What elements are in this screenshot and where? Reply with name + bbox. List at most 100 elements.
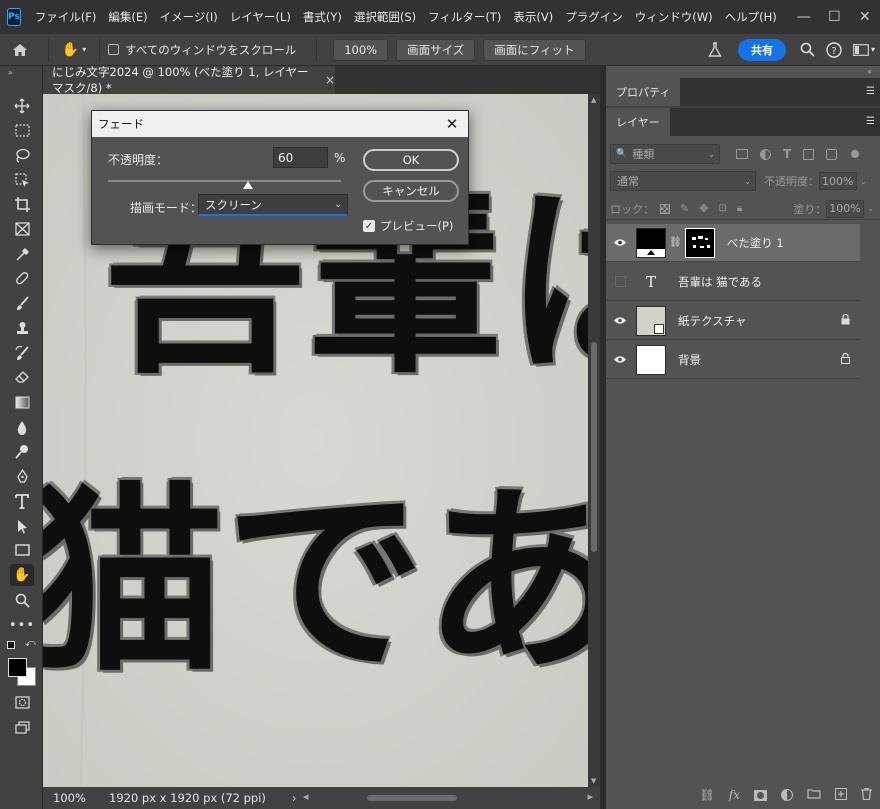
help-icon[interactable]: ? [820, 41, 848, 58]
menu-type[interactable]: 書式(Y) [303, 9, 342, 25]
fit-screen-button[interactable]: 画面サイズ [396, 38, 476, 61]
hscroll-thumb[interactable] [367, 795, 457, 801]
layer-row-solid-fill[interactable]: ⛓ べた塗り 1 [606, 224, 860, 262]
marquee-tool-icon[interactable] [10, 119, 34, 141]
collapse-icon[interactable]: » [8, 68, 13, 77]
close-icon[interactable]: ✕ [442, 114, 462, 134]
history-brush-icon[interactable] [10, 342, 34, 364]
default-colors-icon[interactable] [7, 641, 15, 649]
zoom-tool-icon[interactable] [10, 589, 34, 611]
ok-button[interactable]: OK [363, 149, 459, 171]
trash-icon[interactable] [861, 787, 872, 803]
flask-icon[interactable] [700, 41, 730, 58]
stamp-tool-icon[interactable] [10, 317, 34, 339]
mask-icon[interactable] [754, 789, 767, 801]
move-tool-icon[interactable] [10, 95, 34, 117]
hand-tool-icon[interactable]: ✋ [10, 564, 34, 586]
lock-all-icon[interactable]: 🔒︎ [737, 203, 742, 214]
blend-mode-dropdown[interactable]: スクリーン ⌄ [198, 194, 348, 216]
rectangle-tool-icon[interactable] [10, 539, 34, 561]
menu-file[interactable]: ファイル(F) [35, 9, 97, 25]
fx-icon[interactable]: fx [729, 788, 740, 802]
layer-fill-input[interactable]: 100% [826, 199, 865, 218]
scroll-down-icon[interactable]: ▼ [591, 777, 596, 785]
menu-layer[interactable]: レイヤー(L) [230, 9, 291, 25]
new-layer-icon[interactable] [835, 787, 847, 803]
menu-view[interactable]: 表示(V) [513, 9, 553, 25]
panel-menu-icon[interactable]: ☰ [866, 86, 875, 97]
crop-tool-icon[interactable] [10, 193, 34, 215]
filter-shape-icon[interactable] [803, 148, 815, 160]
layer-opacity-input[interactable]: 100% [819, 172, 857, 190]
maximize-button[interactable]: ☐ [819, 0, 849, 34]
visibility-eye-icon[interactable] [606, 355, 634, 364]
dodge-tool-icon[interactable] [10, 440, 34, 462]
close-window-button[interactable]: ✕ [850, 0, 880, 34]
chevron-down-icon[interactable]: ⌄ [860, 177, 867, 186]
lasso-tool-icon[interactable] [10, 144, 34, 166]
tab-layers[interactable]: レイヤー [606, 108, 670, 136]
blur-tool-icon[interactable] [10, 416, 34, 438]
filter-pixel-icon[interactable] [736, 149, 748, 159]
scroll-thumb[interactable] [591, 342, 597, 552]
filter-smartobject-icon[interactable] [826, 148, 838, 160]
eyedropper-icon[interactable] [10, 243, 34, 265]
lock-move-icon[interactable]: ✥ [699, 202, 708, 215]
foreground-color-swatch[interactable] [8, 658, 27, 677]
layer-row-type[interactable]: T 吾輩は 猫である [606, 263, 860, 301]
search-icon[interactable] [794, 42, 820, 57]
preview-checkbox[interactable]: ✓ プレビュー(P) [363, 218, 453, 234]
gradient-tool-icon[interactable] [10, 391, 34, 413]
healing-brush-icon[interactable] [10, 267, 34, 289]
menu-plugins[interactable]: プラグイン [565, 9, 623, 25]
swap-colors-icon[interactable]: ⤺ [25, 638, 36, 649]
menu-select[interactable]: 選択範囲(S) [354, 9, 416, 25]
eraser-tool-icon[interactable] [10, 366, 34, 388]
menu-help[interactable]: ヘルプ(H) [725, 9, 777, 25]
visibility-empty-box[interactable] [606, 276, 634, 287]
zoom-100-button[interactable]: 100% [333, 38, 389, 61]
hand-tool-icon[interactable]: ✋ ▾ [57, 42, 91, 58]
close-tab-icon[interactable]: × [325, 73, 335, 87]
workspace-icon[interactable]: ▾ [848, 43, 880, 56]
layer-kind-filter[interactable]: 🔍 種類 ⌄ [610, 144, 720, 164]
menu-image[interactable]: イメージ(I) [160, 9, 218, 25]
scroll-all-checkbox[interactable]: すべてのウィンドウをスクロール [108, 42, 296, 58]
visibility-eye-icon[interactable] [606, 316, 634, 325]
more-tools-icon[interactable]: ••• [9, 614, 34, 636]
cancel-button[interactable]: キャンセル [363, 180, 459, 202]
fill-screen-button[interactable]: 画面にフィット [483, 38, 586, 61]
link-icon[interactable]: ⛓ [700, 788, 715, 802]
tab-properties[interactable]: プロパティ [606, 78, 681, 106]
panel-menu-icon[interactable]: ☰ [866, 116, 875, 127]
lock-artboard-icon[interactable]: ⊡ [718, 203, 726, 214]
blend-mode-select[interactable]: 通常 ⌄ [610, 171, 756, 191]
brush-tool-icon[interactable] [10, 292, 34, 314]
lock-paint-icon[interactable]: ✎ [680, 202, 689, 215]
pen-tool-icon[interactable] [10, 465, 34, 487]
menu-window[interactable]: ウィンドウ(W) [635, 9, 713, 25]
layer-mask-thumbnail[interactable] [684, 227, 715, 258]
vertical-scrollbar[interactable]: ▲ ▼ [588, 94, 600, 787]
layer-row-paper-texture[interactable]: 紙テクスチャ [606, 302, 860, 340]
horizontal-scrollbar[interactable]: ◀ ▶ [303, 792, 593, 804]
visibility-eye-icon[interactable] [606, 238, 634, 247]
object-select-icon[interactable] [10, 169, 34, 191]
filter-type-icon[interactable]: T [783, 147, 791, 161]
menu-edit[interactable]: 編集(E) [108, 9, 147, 25]
document-tab[interactable]: にじみ文字2024 @ 100% (べた塗り 1, レイヤーマスク/8) * × [43, 65, 335, 95]
opacity-input[interactable]: 60 [273, 147, 328, 168]
minimize-button[interactable]: — [789, 0, 819, 34]
adjustment-icon[interactable] [781, 789, 793, 801]
scroll-up-icon[interactable]: ▲ [591, 96, 596, 104]
filter-toggle-icon[interactable] [851, 150, 860, 158]
share-button[interactable]: 共有 [738, 38, 786, 61]
panel-collapse-icon[interactable]: « [867, 67, 872, 76]
home-icon[interactable] [0, 43, 40, 57]
opacity-slider[interactable] [108, 179, 341, 191]
zoom-readout[interactable]: 100% [53, 791, 109, 805]
scroll-left-icon[interactable]: ◀ [303, 793, 308, 801]
slider-thumb[interactable] [242, 181, 253, 189]
filter-adjustment-icon[interactable] [760, 148, 771, 160]
lock-transparent-icon[interactable] [660, 203, 670, 214]
